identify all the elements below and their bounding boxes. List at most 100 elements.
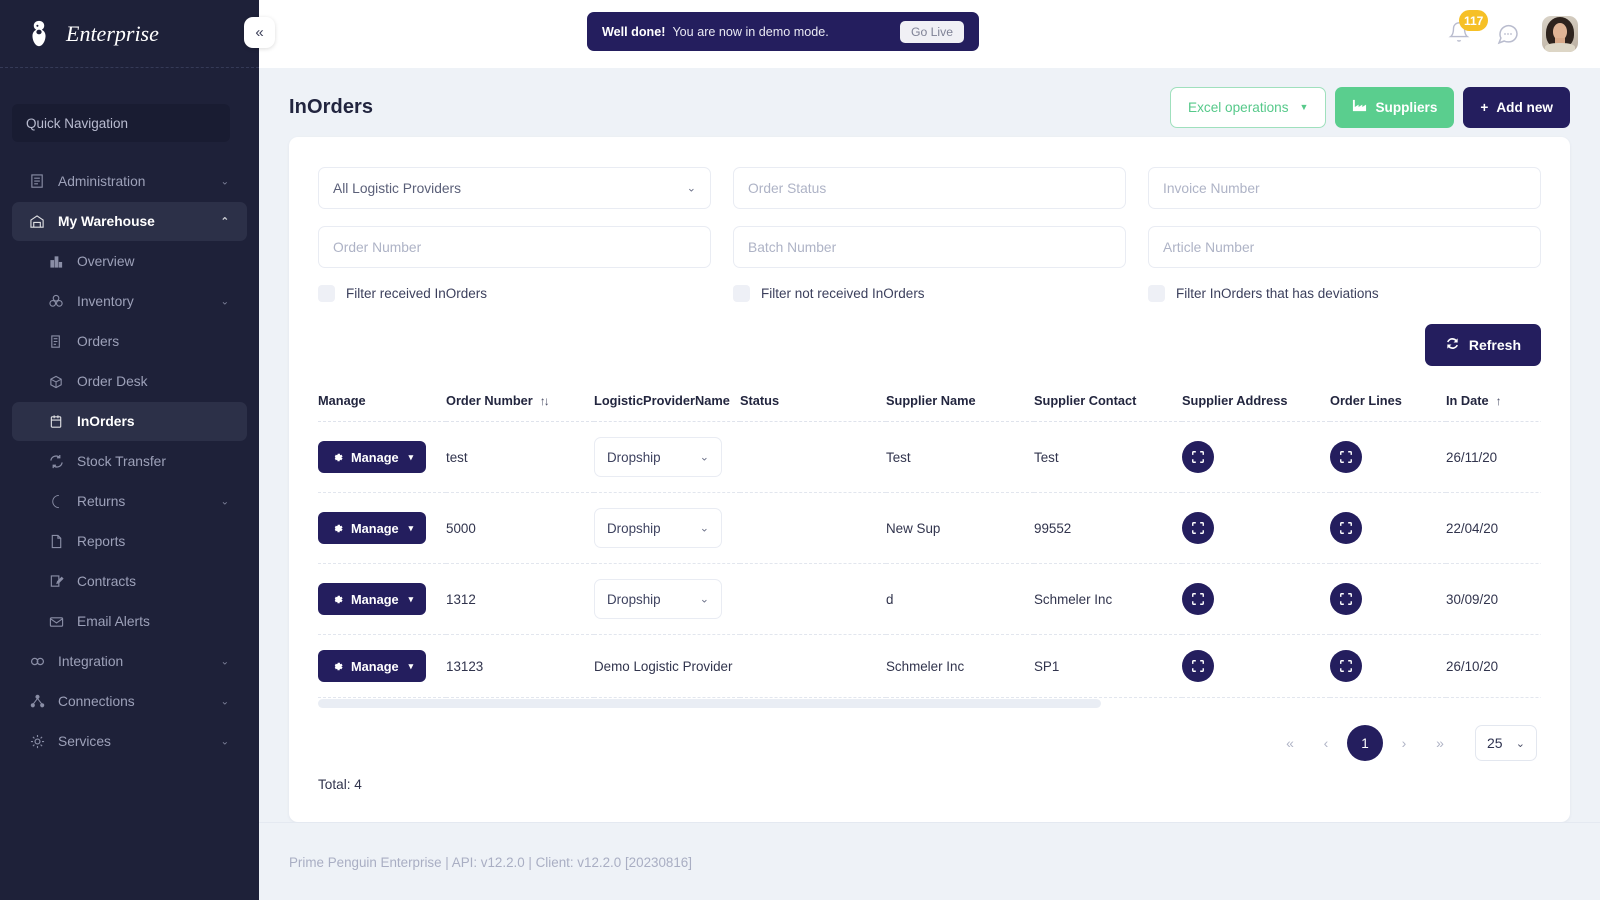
brand-name: Enterprise [66, 21, 159, 47]
order-lines-expand-button[interactable] [1330, 583, 1362, 615]
chevron-down-icon: ⌄ [221, 496, 229, 507]
checkbox-box[interactable] [318, 285, 335, 302]
supplier-address-expand-button[interactable] [1182, 583, 1214, 615]
pagination-next[interactable]: › [1389, 728, 1419, 758]
sort-icon[interactable]: ↑ [1496, 394, 1500, 408]
sidebar-item-reports[interactable]: Reports [12, 522, 247, 561]
chevron-down-icon: ▾ [409, 594, 414, 605]
filter-checkbox-2[interactable]: Filter not received InOrders [733, 285, 1126, 302]
sidebar-item-integration[interactable]: Integration⌄ [12, 642, 247, 681]
chevron-down-icon: ⌄ [221, 176, 229, 187]
checkbox-box[interactable] [733, 285, 750, 302]
suppliers-button[interactable]: Suppliers [1335, 87, 1454, 128]
horizontal-scrollbar[interactable] [318, 699, 1101, 708]
manage-button[interactable]: Manage▾ [318, 583, 426, 615]
chevron-down-icon: ▼ [1300, 102, 1309, 112]
chevron-down-icon: ▾ [409, 452, 414, 463]
quick-navigation-input[interactable]: Quick Navigation [12, 104, 230, 142]
column-header-label: Manage [318, 393, 366, 408]
sidebar-item-connections[interactable]: Connections⌄ [12, 682, 247, 721]
order-number-input[interactable]: Order Number [318, 226, 711, 268]
sidebar-item-email-alerts[interactable]: Email Alerts [12, 602, 247, 641]
sidebar-item-order-desk[interactable]: Order Desk [12, 362, 247, 401]
returns-moon-icon [47, 492, 66, 511]
supplier-address-expand-button[interactable] [1182, 650, 1214, 682]
user-avatar[interactable] [1542, 16, 1578, 52]
logistic-provider-row-select[interactable]: Dropship⌄ [594, 437, 722, 477]
supplier-address-expand-button[interactable] [1182, 512, 1214, 544]
cell-order-number: 5000 [446, 493, 594, 564]
footer: Prime Penguin Enterprise | API: v12.2.0 … [259, 822, 1600, 900]
sidebar-item-stock-transfer[interactable]: Stock Transfer [12, 442, 247, 481]
sort-icon[interactable]: ↑↓ [540, 394, 548, 408]
manage-label: Manage [351, 659, 399, 674]
order-status-input[interactable]: Order Status [733, 167, 1126, 209]
logistic-provider-value: All Logistic Providers [333, 181, 461, 196]
invoice-number-input[interactable]: Invoice Number [1148, 167, 1541, 209]
column-header-label: Supplier Name [886, 393, 976, 408]
go-live-button[interactable]: Go Live [900, 21, 964, 43]
pagination-page-1[interactable]: 1 [1347, 725, 1383, 761]
column-header-order-number[interactable]: Order Number↑↓ [446, 383, 594, 422]
sidebar-item-overview[interactable]: Overview [12, 242, 247, 281]
pagination-last[interactable]: » [1425, 728, 1455, 758]
excel-operations-label: Excel operations [1188, 100, 1289, 115]
checkbox-box[interactable] [1148, 285, 1165, 302]
sidebar-item-inventory[interactable]: Inventory⌄ [12, 282, 247, 321]
sidebar-collapse-button[interactable]: « [244, 17, 275, 48]
sidebar-item-inorders[interactable]: InOrders [12, 402, 247, 441]
main-area: Well done! You are now in demo mode. Go … [259, 0, 1600, 900]
refresh-button[interactable]: Refresh [1425, 324, 1541, 366]
chevron-down-icon: ⌄ [700, 593, 709, 606]
filter-checkbox-1[interactable]: Filter received InOrders [318, 285, 711, 302]
article-number-input[interactable]: Article Number [1148, 226, 1541, 268]
sidebar-item-contracts[interactable]: Contracts [12, 562, 247, 601]
gear-icon [331, 660, 344, 673]
cell-supplier-contact: Test [1034, 422, 1182, 493]
pagination-prev[interactable]: ‹ [1311, 728, 1341, 758]
order-number-placeholder: Order Number [333, 240, 421, 255]
contract-pen-icon [47, 572, 66, 591]
add-new-button[interactable]: + Add new [1463, 87, 1570, 128]
order-lines-expand-button[interactable] [1330, 512, 1362, 544]
banner-strong-text: Well done! [602, 25, 665, 39]
logistic-provider-row-select[interactable]: Dropship⌄ [594, 579, 722, 619]
manage-button[interactable]: Manage▾ [318, 650, 426, 682]
order-lines-expand-button[interactable] [1330, 650, 1362, 682]
column-header-in-date[interactable]: In Date↑ [1446, 383, 1541, 422]
quick-navigation-placeholder: Quick Navigation [26, 116, 128, 131]
refresh-cycle-icon [47, 452, 66, 471]
pagination-first[interactable]: « [1275, 728, 1305, 758]
column-header-logisticprovidername: LogisticProviderName [594, 383, 740, 422]
boxes-icon [47, 292, 66, 311]
sidebar-item-returns[interactable]: Returns⌄ [12, 482, 247, 521]
penguin-logo-icon [26, 19, 52, 49]
cell-supplier-contact: SP1 [1034, 635, 1182, 698]
logistic-provider-select[interactable]: All Logistic Providers ⌄ [318, 167, 711, 209]
manage-button[interactable]: Manage▾ [318, 441, 426, 473]
excel-operations-button[interactable]: Excel operations ▼ [1170, 87, 1326, 128]
sidebar-item-orders[interactable]: Orders [12, 322, 247, 361]
cell-supplier-name: Schmeler Inc [886, 635, 1034, 698]
sidebar-item-my-warehouse[interactable]: My Warehouse⌃ [12, 202, 247, 241]
filter-checkbox-3[interactable]: Filter InOrders that has deviations [1148, 285, 1541, 302]
notifications-button[interactable]: 117 [1448, 21, 1474, 47]
logistic-provider-row-select[interactable]: Dropship⌄ [594, 508, 722, 548]
logistic-provider-row-value: Dropship [607, 521, 661, 536]
batch-number-input[interactable]: Batch Number [733, 226, 1126, 268]
avatar-shirt [1545, 43, 1575, 52]
page-size-select[interactable]: 25 ⌄ [1475, 725, 1537, 761]
page-title: InOrders [289, 96, 373, 119]
checkbox-label: Filter InOrders that has deviations [1176, 286, 1379, 301]
manage-button[interactable]: Manage▾ [318, 512, 426, 544]
cell-order-lines [1330, 493, 1446, 564]
sidebar-item-services[interactable]: Services⌄ [12, 722, 247, 761]
sidebar-item-administration[interactable]: Administration⌄ [12, 162, 247, 201]
supplier-address-expand-button[interactable] [1182, 441, 1214, 473]
article-number-placeholder: Article Number [1163, 240, 1254, 255]
chat-button[interactable] [1496, 22, 1520, 46]
order-lines-expand-button[interactable] [1330, 441, 1362, 473]
filter-grid: All Logistic Providers ⌄ Order Status In… [318, 167, 1541, 268]
cell-in-date: 22/04/20 [1446, 493, 1541, 564]
refresh-label: Refresh [1469, 337, 1521, 353]
